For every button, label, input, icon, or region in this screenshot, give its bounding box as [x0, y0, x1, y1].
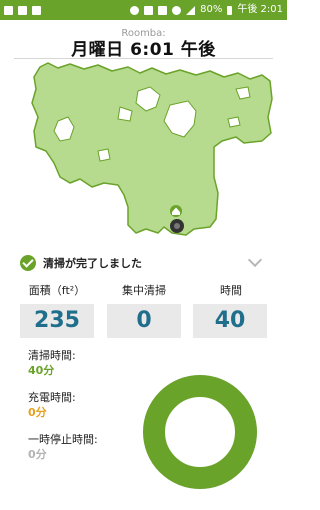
time-breakdown-donut — [143, 375, 257, 489]
dropbox-icon — [18, 5, 27, 15]
charging-time: 充電時間: 0分 — [28, 391, 76, 420]
battery-icon — [227, 5, 233, 15]
spot-clean-label: 集中清掃 — [122, 284, 166, 297]
paused-time-value: 0分 — [28, 448, 47, 461]
time-label: 時間 — [220, 284, 242, 297]
home-icon — [170, 205, 182, 217]
battery-percent: 80% — [200, 4, 223, 15]
clean-map[interactable] — [0, 59, 287, 241]
sim-icon — [32, 5, 41, 15]
status-text: 清掃が完了しました — [43, 257, 142, 270]
time-value: 40 — [193, 304, 267, 338]
charging-time-value: 0分 — [28, 406, 47, 419]
clean-map-canvas — [31, 62, 273, 236]
nfc-icon — [144, 5, 154, 15]
check-icon — [20, 255, 36, 271]
cleaning-time-arc — [143, 375, 257, 489]
status-bar: 80% 午後 2:01 — [0, 0, 287, 20]
mute-icon — [158, 5, 168, 15]
spot-clean-value: 0 — [107, 304, 181, 338]
mission-summary: 清掃が完了しました 面積（ft²） 集中清掃 時間 235 0 40 清掃時間:… — [0, 241, 287, 510]
robot-icon — [170, 219, 184, 233]
clock: 午後 2:01 — [237, 4, 283, 15]
signal-icon — [186, 5, 196, 15]
area-label: 面積（ft²） — [28, 284, 86, 297]
cleaning-time-label: 清掃時間: — [28, 349, 76, 362]
paused-time: 一時停止時間: 0分 — [28, 433, 98, 462]
paused-time-label: 一時停止時間: — [28, 433, 98, 446]
cleaning-time-value: 40分 — [28, 364, 55, 377]
device-name: Roomba: — [121, 28, 166, 39]
mission-header: Roomba: 月曜日 6:01 午後 — [0, 20, 287, 60]
message-icon — [4, 5, 13, 15]
status-row[interactable]: 清掃が完了しました — [20, 252, 270, 273]
notification-icons — [4, 5, 41, 15]
stat-labels: 面積（ft²） 集中清掃 時間 — [20, 282, 268, 297]
system-icons: 80% 午後 2:01 — [130, 0, 283, 20]
charging-time-label: 充電時間: — [28, 391, 76, 404]
area-value: 235 — [20, 304, 94, 338]
chevron-down-icon[interactable] — [247, 252, 263, 268]
wifi-icon — [172, 5, 182, 15]
page-title: 月曜日 6:01 午後 — [71, 40, 216, 60]
bluetooth-icon — [130, 5, 140, 15]
cleaning-time: 清掃時間: 40分 — [28, 349, 76, 378]
